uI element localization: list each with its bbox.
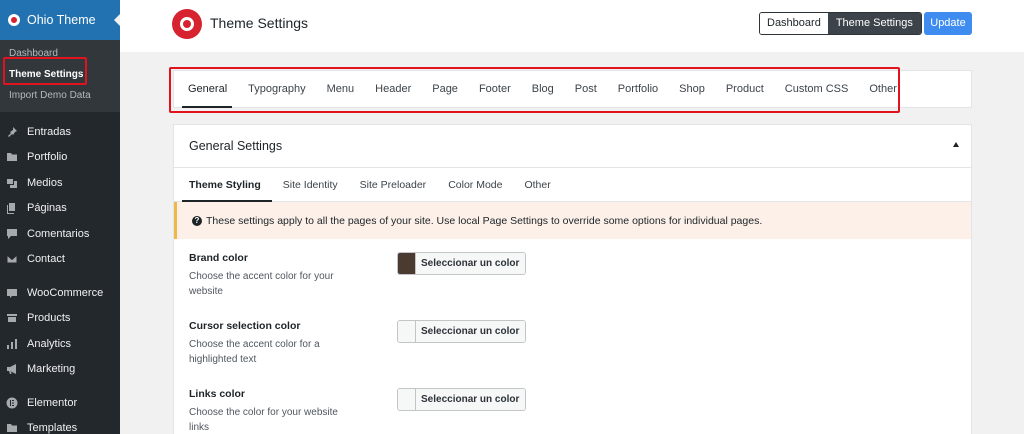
subtab-theme-styling[interactable]: Theme Styling: [174, 168, 272, 202]
sidebar-item-label: Products: [27, 312, 71, 325]
highlight-box-tabs: [169, 67, 900, 113]
sidebar-item-ohio-theme[interactable]: Ohio Theme: [0, 0, 120, 40]
setting-description: Choose the accent color for a highlighte…: [189, 339, 320, 365]
sidebar-menu: Entradas Portfolio Medios Páginas Coment…: [0, 112, 120, 434]
subtab-site-preloader[interactable]: Site Preloader: [349, 168, 438, 201]
archive-icon: [6, 312, 18, 324]
question-circle-icon: ?: [192, 215, 202, 226]
sidebar-item-contact[interactable]: Contact: [0, 247, 120, 273]
general-settings-panel: General Settings Theme Styling Site Iden…: [173, 124, 972, 434]
sidebar-item-label: Analytics: [27, 337, 72, 350]
pin-icon: [6, 126, 18, 138]
sidebar-item-entradas[interactable]: Entradas: [0, 119, 120, 145]
elementor-icon: [6, 397, 18, 409]
sidebar-item-marketing[interactable]: Marketing: [0, 357, 120, 383]
sidebar-item-label: Marketing: [27, 363, 76, 376]
sidebar-item-analytics[interactable]: Analytics: [0, 331, 120, 357]
subtab-other[interactable]: Other: [513, 168, 561, 201]
sidebar-item-label: WooCommerce: [27, 286, 104, 299]
panel-title: General Settings: [189, 139, 283, 153]
sidebar-item-products[interactable]: Products: [0, 306, 120, 332]
bar-chart-icon: [6, 338, 18, 350]
ohio-brand-logo-icon: [172, 9, 202, 39]
sidebar-item-templates[interactable]: Templates: [0, 416, 120, 434]
view-toggle: Dashboard Theme Settings: [759, 12, 922, 35]
select-color-button[interactable]: Seleccionar un color: [416, 253, 526, 274]
collapse-caret-icon[interactable]: [953, 142, 959, 147]
color-swatch[interactable]: [398, 389, 416, 410]
sidebar-item-label: Templates: [27, 422, 78, 434]
setting-label: Links color: [189, 388, 246, 400]
notice-text: These settings apply to all the pages of…: [206, 214, 763, 227]
panel-header[interactable]: General Settings: [174, 125, 971, 168]
admin-sidebar: Ohio Theme Dashboard Theme Settings Impo…: [0, 0, 120, 434]
highlight-box-theme-settings: [3, 57, 87, 85]
sidebar-item-label: Contact: [27, 253, 65, 266]
comment-icon: [6, 228, 18, 240]
megaphone-icon: [6, 363, 18, 375]
sidebar-item-woocommerce[interactable]: WooCommerce: [0, 280, 120, 306]
color-swatch[interactable]: [398, 321, 416, 342]
settings-list: Brand color Choose the accent color for …: [174, 239, 971, 434]
color-picker[interactable]: Seleccionar un color: [397, 388, 527, 411]
sidebar-item-elementor[interactable]: Elementor: [0, 390, 120, 416]
setting-brand-color: Brand color Choose the accent color for …: [174, 239, 971, 307]
color-picker[interactable]: Seleccionar un color: [397, 320, 527, 343]
submenu-import-demo-data[interactable]: Import Demo Data: [0, 85, 120, 106]
setting-label: Brand color: [189, 252, 248, 264]
mail-icon: [6, 253, 18, 265]
sidebar-item-label: Páginas: [27, 202, 67, 215]
sidebar-item-portfolio[interactable]: Portfolio: [0, 145, 120, 171]
pages-icon: [6, 202, 18, 215]
sidebar-item-label: Medios: [27, 176, 63, 189]
color-picker[interactable]: Seleccionar un color: [397, 252, 527, 275]
woo-icon: [6, 287, 18, 299]
page-title: Theme Settings: [210, 15, 309, 31]
select-color-button[interactable]: Seleccionar un color: [416, 321, 526, 342]
sidebar-item-label: Portfolio: [27, 151, 68, 164]
subtab-site-identity[interactable]: Site Identity: [272, 168, 349, 201]
subtab-color-mode[interactable]: Color Mode: [437, 168, 513, 201]
sidebar-item-comentarios[interactable]: Comentarios: [0, 221, 120, 247]
setting-cursor-selection-color: Cursor selection color Choose the accent…: [174, 307, 971, 375]
setting-label: Cursor selection color: [189, 320, 301, 332]
setting-description: Choose the accent color for your website: [189, 271, 334, 297]
settings-header: Theme Settings Dashboard Theme Settings …: [120, 0, 1024, 52]
setting-description: Choose the color for your website links: [189, 407, 338, 433]
theme-settings-toggle-button[interactable]: Theme Settings: [827, 13, 921, 34]
dashboard-toggle-button[interactable]: Dashboard: [760, 13, 828, 34]
color-swatch[interactable]: [398, 253, 416, 274]
select-color-button[interactable]: Seleccionar un color: [416, 389, 526, 410]
sidebar-item-label: Comentarios: [27, 227, 90, 240]
setting-links-color: Links color Choose the color for your we…: [174, 375, 971, 434]
info-notice: ? These settings apply to all the pages …: [174, 202, 971, 239]
section-subtabs: Theme Styling Site Identity Site Preload…: [174, 168, 971, 202]
folder-icon: [6, 422, 18, 434]
media-icon: [6, 177, 18, 189]
sidebar-item-paginas[interactable]: Páginas: [0, 196, 120, 222]
ohio-logo-icon: [8, 14, 20, 26]
sidebar-item-label: Entradas: [27, 125, 72, 138]
update-button[interactable]: Update: [924, 12, 972, 35]
folder-icon: [6, 151, 18, 163]
sidebar-app-title: Ohio Theme: [27, 13, 96, 27]
sidebar-item-label: Elementor: [27, 396, 78, 409]
sidebar-item-medios[interactable]: Medios: [0, 170, 120, 196]
